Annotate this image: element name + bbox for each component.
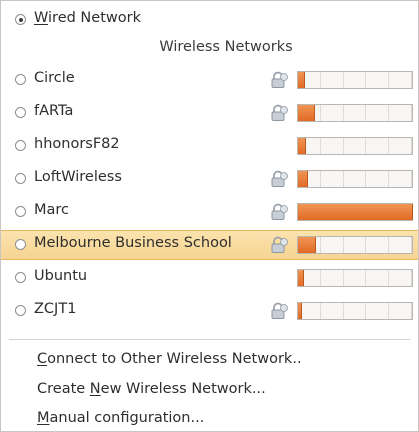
signal-strength-meter [297,302,413,320]
network-radio[interactable] [15,74,26,85]
network-item[interactable]: Melbourne Business School [1,230,418,260]
network-item[interactable]: hhonorsF82 [1,131,418,161]
connect-other-network-item[interactable]: Connect to Other Wireless Network.. [37,351,302,367]
network-radio[interactable] [15,107,26,118]
lock-icon [269,203,289,221]
manual-config-mnemonic: M [37,410,50,426]
signal-strength-meter [297,203,413,221]
signal-meter-segment [366,270,390,286]
wireless-networks-heading: Wireless Networks [159,39,293,55]
signal-meter-segment [389,171,412,187]
signal-strength-fill [298,270,304,286]
signal-strength-fill [298,237,316,253]
signal-strength-fill [298,138,306,154]
wired-network-radio[interactable] [15,14,26,25]
signal-strength-meter [297,236,413,254]
lock-icon [269,302,289,320]
network-radio[interactable] [15,140,26,151]
signal-meter-segment [366,105,390,121]
signal-strength-meter [297,170,413,188]
signal-meter-segment [389,105,412,121]
signal-meter-segment [344,171,367,187]
signal-meter-segment [321,303,344,319]
lock-icon [269,104,289,122]
signal-meter-segment [366,237,390,253]
network-name: Marc [34,202,70,218]
network-item[interactable]: fARTa [1,98,418,128]
signal-meter-segment [321,138,344,154]
signal-strength-meter [297,137,413,155]
signal-meter-segment [344,72,367,88]
signal-meter-segment [344,237,367,253]
network-name: hhonorsF82 [34,136,120,152]
signal-meter-segment [366,72,390,88]
lock-icon [269,236,289,254]
network-name: ZCJT1 [34,301,77,317]
network-radio[interactable] [15,305,26,316]
connect-other-mnemonic: C [37,351,48,367]
network-radio[interactable] [15,173,26,184]
menu-separator [9,339,410,340]
signal-strength-fill [298,204,413,220]
lock-icon [269,71,289,89]
create-new-before: Create [37,381,90,397]
signal-meter-segment [321,237,344,253]
network-radio[interactable] [15,239,26,250]
network-item[interactable]: Circle [1,65,418,95]
radio-selected-dot [18,17,23,22]
signal-meter-segment [344,138,367,154]
network-item[interactable]: Ubuntu [1,263,418,293]
manual-config-after: anual configuration... [49,410,205,426]
signal-strength-fill [298,72,305,88]
signal-meter-segment [344,270,367,286]
create-new-network-item[interactable]: Create New Wireless Network... [37,381,266,397]
signal-meter-segment [366,303,390,319]
signal-meter-segment [389,138,412,154]
signal-strength-fill [298,105,315,121]
network-name: Ubuntu [34,268,88,284]
signal-meter-segment [321,270,344,286]
network-item[interactable]: LoftWireless [1,164,418,194]
network-item[interactable]: ZCJT1 [1,296,418,326]
manual-configuration-item[interactable]: Manual configuration... [37,410,204,426]
signal-meter-segment [389,303,412,319]
network-name: LoftWireless [34,169,122,185]
wired-network-label-rest: ired Network [48,10,141,26]
signal-meter-segment [344,303,367,319]
signal-meter-segment [366,138,390,154]
signal-strength-fill [298,303,302,319]
network-name: fARTa [34,103,74,119]
signal-strength-meter [297,71,413,89]
signal-strength-meter [297,269,413,287]
wired-network-label: Wired Network [34,10,141,26]
signal-meter-segment [344,105,367,121]
lock-icon [269,170,289,188]
wired-network-item[interactable]: Wired Network [1,5,418,35]
network-name: Melbourne Business School [34,235,232,251]
signal-strength-meter [297,104,413,122]
create-new-after: ew Wireless Network... [100,381,266,397]
network-item[interactable]: Marc [1,197,418,227]
network-menu: Wired Network Wireless Networks Circle fA… [0,0,419,432]
signal-meter-segment [389,72,412,88]
signal-meter-segment [321,171,344,187]
create-new-mnemonic: N [89,381,101,397]
signal-meter-segment [389,237,412,253]
signal-meter-segment [366,171,390,187]
signal-meter-segment [321,105,344,121]
signal-strength-fill [298,171,308,187]
wired-network-mnemonic: W [34,10,49,26]
connect-other-after: onnect to Other Wireless Network.. [47,351,302,367]
signal-meter-segment [321,72,344,88]
network-radio[interactable] [15,272,26,283]
network-radio[interactable] [15,206,26,217]
signal-meter-segment [389,270,412,286]
network-name: Circle [34,70,75,86]
